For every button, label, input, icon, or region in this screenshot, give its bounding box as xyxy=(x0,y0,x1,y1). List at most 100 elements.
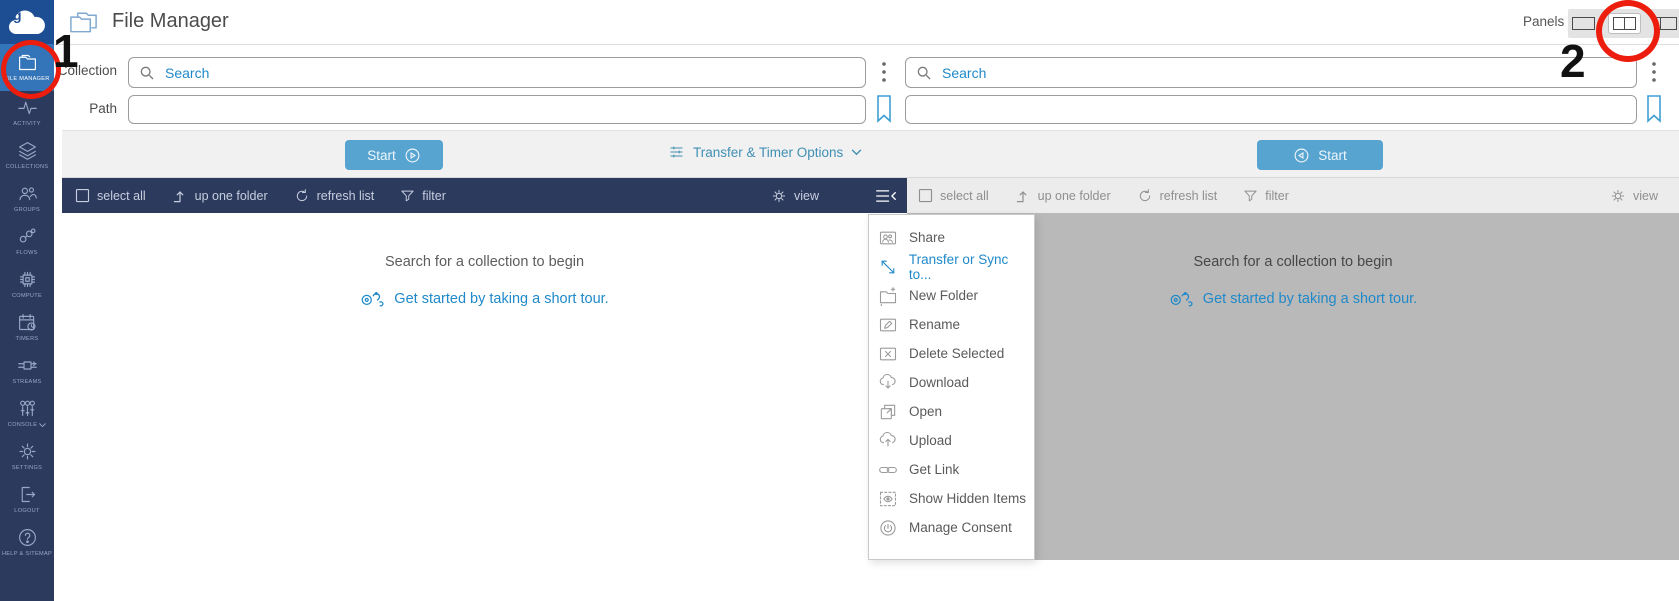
sidebar-item-flows[interactable]: FLOWS xyxy=(0,220,54,263)
globus-logo[interactable]: g xyxy=(0,0,54,44)
sliders-icon xyxy=(668,144,685,160)
collection-search-box-right xyxy=(905,57,1637,88)
panels-label: Panels xyxy=(1523,14,1564,29)
bookmark-icon-left[interactable] xyxy=(876,95,892,123)
sidebar-item-file-manager[interactable]: FILE MANAGER xyxy=(0,44,54,91)
start-button-label: Start xyxy=(1318,148,1347,163)
transfer-timer-options[interactable]: Transfer & Timer Options xyxy=(668,144,862,160)
left-panel-toolbar: select all up one folder refresh list fi… xyxy=(62,178,907,213)
menu-item-rename[interactable]: Rename xyxy=(869,310,1034,339)
menu-item-manage-consent[interactable]: Manage Consent xyxy=(869,513,1034,542)
menu-item-delete-selected[interactable]: Delete Selected xyxy=(869,339,1034,368)
activity-icon xyxy=(17,97,38,118)
tour-link-label: Get started by taking a short tour. xyxy=(394,291,608,307)
up-folder-icon xyxy=(172,188,188,204)
sidebar-item-logout[interactable]: LOGOUT xyxy=(0,478,54,521)
header: File Manager Panels xyxy=(54,0,1679,45)
view-right[interactable]: view xyxy=(1610,188,1658,204)
single-panel-icon xyxy=(1572,17,1595,30)
new-folder-icon xyxy=(878,286,898,306)
select-all-left[interactable]: select all xyxy=(75,188,146,203)
menu-item-share[interactable]: Share xyxy=(869,223,1034,252)
show-hidden-icon xyxy=(878,489,898,509)
file-action-menu: Share Transfer or Sync to... New Folder … xyxy=(868,214,1035,560)
refresh-icon xyxy=(1137,188,1153,204)
compute-icon xyxy=(17,269,38,290)
tour-icon xyxy=(360,289,387,308)
sidebar: g FILE MANAGER ACTIVITY COLLECTIONS GROU… xyxy=(0,0,54,601)
two-panel-button[interactable] xyxy=(1608,13,1641,34)
tour-link-left[interactable]: Get started by taking a short tour. xyxy=(360,289,608,308)
sidebar-item-label: ACTIVITY xyxy=(13,121,41,127)
timers-icon xyxy=(17,312,38,333)
select-all-right[interactable]: select all xyxy=(918,188,989,203)
collapse-menu-button[interactable] xyxy=(875,188,897,204)
sidebar-item-timers[interactable]: TIMERS xyxy=(0,306,54,349)
sidebar-item-label: SETTINGS xyxy=(12,465,42,471)
logout-icon xyxy=(17,484,38,505)
sidebar-item-label: CONSOLE xyxy=(8,422,37,428)
filter-right[interactable]: filter xyxy=(1243,188,1289,203)
split-panel-button[interactable] xyxy=(1650,14,1679,33)
refresh-list-label: refresh list xyxy=(1160,189,1218,203)
collection-hint: Search for a collection to begin xyxy=(62,254,907,270)
sidebar-item-help-sitemap[interactable]: HELP & SITEMAP xyxy=(0,521,54,564)
sidebar-item-streams[interactable]: STREAMS xyxy=(0,349,54,392)
refresh-list-left[interactable]: refresh list xyxy=(294,188,375,204)
menu-item-download[interactable]: Download xyxy=(869,368,1034,397)
menu-item-show-hidden-items[interactable]: Show Hidden Items xyxy=(869,484,1034,513)
sidebar-item-label: FILE MANAGER xyxy=(4,76,49,82)
refresh-list-label: refresh list xyxy=(317,189,375,203)
left-panel-content: Search for a collection to begin Get sta… xyxy=(62,213,907,560)
sidebar-item-label: GROUPS xyxy=(14,207,40,213)
menu-item-get-link[interactable]: Get Link xyxy=(869,455,1034,484)
gear-icon xyxy=(771,188,787,204)
menu-item-new-folder[interactable]: New Folder xyxy=(869,281,1034,310)
refresh-list-right[interactable]: refresh list xyxy=(1137,188,1218,204)
transfer-timer-options-label: Transfer & Timer Options xyxy=(693,145,843,160)
delete-icon xyxy=(878,344,898,364)
menu-item-label: Upload xyxy=(909,433,952,448)
collection-options-dots-right[interactable] xyxy=(1651,61,1657,83)
sidebar-item-collections[interactable]: COLLECTIONS xyxy=(0,134,54,177)
streams-icon xyxy=(17,355,38,376)
flows-icon xyxy=(17,226,38,247)
menu-item-label: Rename xyxy=(909,317,960,332)
menu-item-label: Download xyxy=(909,375,969,390)
collection-search-input-right[interactable] xyxy=(940,64,1626,82)
console-icon xyxy=(17,398,38,419)
file-manager-icon xyxy=(68,8,99,36)
sidebar-item-label: STREAMS xyxy=(12,379,41,385)
start-transfer-left-button[interactable]: Start xyxy=(345,140,443,170)
path-input-right[interactable] xyxy=(905,95,1637,124)
sidebar-item-activity[interactable]: ACTIVITY xyxy=(0,91,54,134)
search-icon xyxy=(916,65,932,81)
collection-options-dots-left[interactable] xyxy=(881,61,887,83)
up-one-folder-label: up one folder xyxy=(195,189,268,203)
play-right-icon xyxy=(404,147,421,164)
filter-left[interactable]: filter xyxy=(400,188,446,203)
sidebar-item-compute[interactable]: COMPUTE xyxy=(0,263,54,306)
tour-link-label: Get started by taking a short tour. xyxy=(1203,291,1417,307)
up-one-folder-left[interactable]: up one folder xyxy=(172,188,268,204)
path-input-left[interactable] xyxy=(128,95,866,124)
sidebar-item-settings[interactable]: SETTINGS xyxy=(0,435,54,478)
filter-label: filter xyxy=(1265,189,1289,203)
groups-icon xyxy=(17,183,38,204)
collection-search-input-left[interactable] xyxy=(163,64,855,82)
sidebar-item-groups[interactable]: GROUPS xyxy=(0,177,54,220)
view-left[interactable]: view xyxy=(771,188,819,204)
layers-icon xyxy=(17,140,38,161)
menu-item-upload[interactable]: Upload xyxy=(869,426,1034,455)
bookmark-icon-right[interactable] xyxy=(1646,95,1662,123)
menu-item-open[interactable]: Open xyxy=(869,397,1034,426)
share-icon xyxy=(878,228,898,248)
start-transfer-right-button[interactable]: Start xyxy=(1257,140,1383,170)
sidebar-item-console[interactable]: CONSOLE xyxy=(0,392,54,435)
menu-item-label: Open xyxy=(909,404,942,419)
menu-item-transfer-or-sync[interactable]: Transfer or Sync to... xyxy=(869,252,1034,281)
tour-link-right[interactable]: Get started by taking a short tour. xyxy=(1169,289,1417,308)
up-one-folder-right[interactable]: up one folder xyxy=(1015,188,1111,204)
select-all-label: select all xyxy=(940,189,989,203)
single-panel-button[interactable] xyxy=(1568,14,1599,33)
